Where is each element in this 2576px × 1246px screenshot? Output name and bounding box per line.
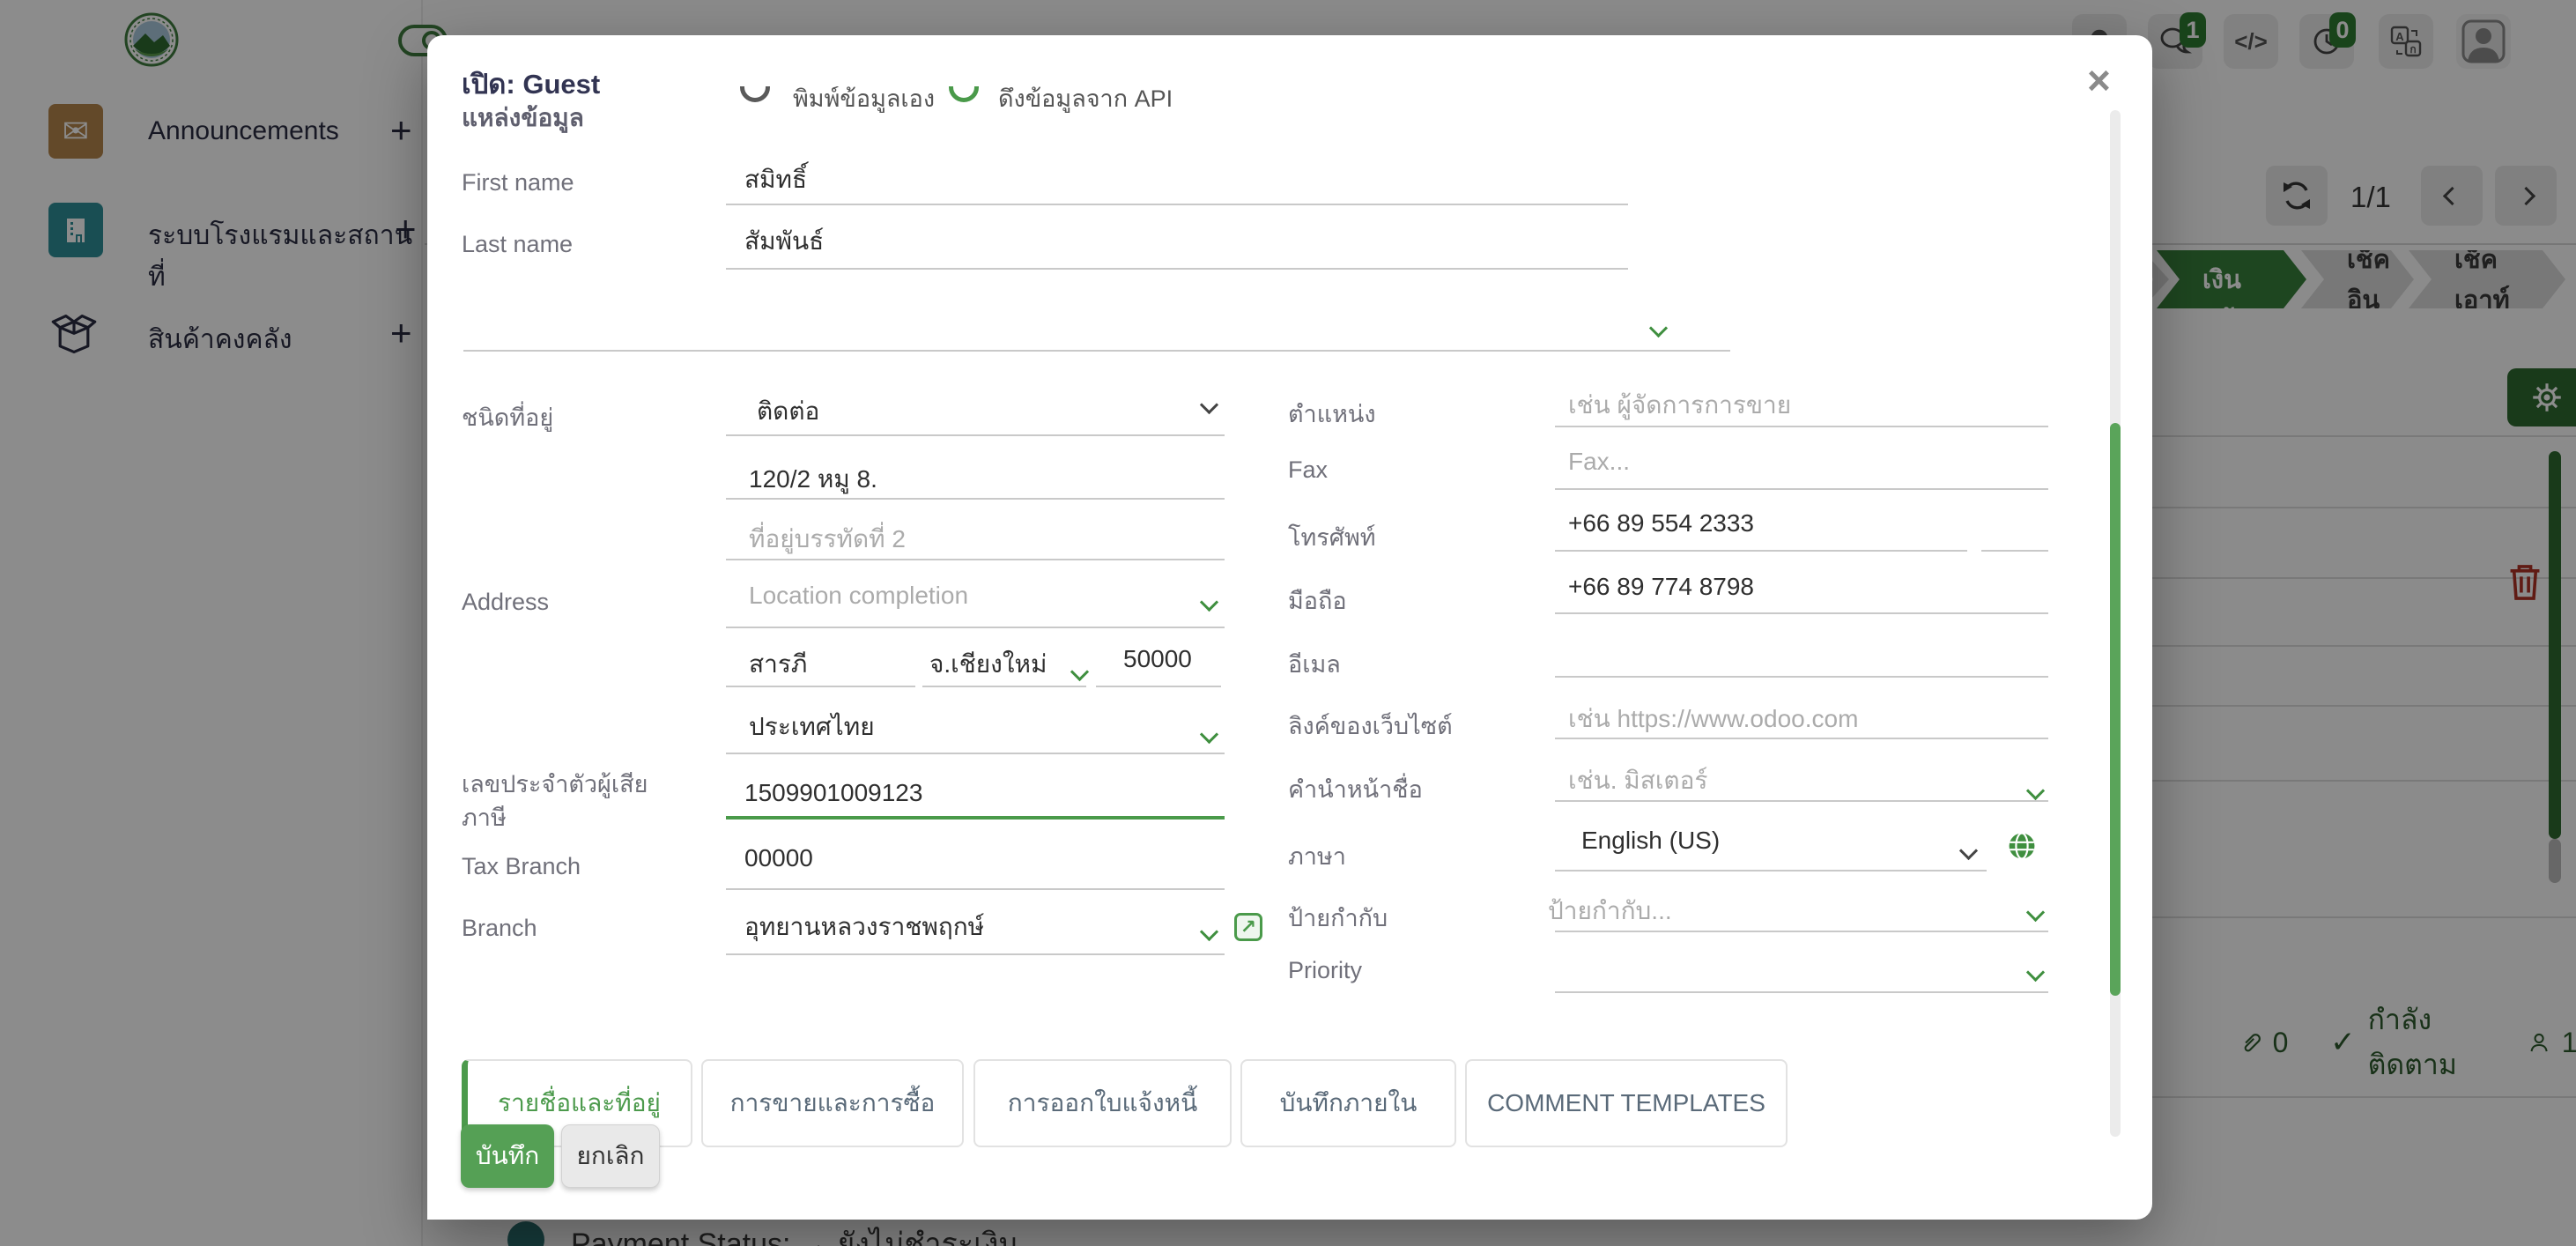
address-type-label: ชนิดที่อยู่ — [462, 398, 553, 436]
radio-api-icon[interactable] — [949, 86, 979, 102]
phone-input[interactable]: +66 89 554 2333 — [1568, 509, 1754, 538]
tags-label: ป้ายกำกับ — [1288, 899, 1388, 937]
street2-underline — [726, 559, 1225, 560]
street2-input[interactable]: ที่อยู่บรรทัดที่ 2 — [749, 520, 906, 559]
website-input[interactable]: เช่น https://www.odoo.com — [1568, 700, 1858, 738]
lang-chevron-down-icon[interactable] — [1959, 842, 1978, 860]
tab-comment-templates[interactable]: COMMENT TEMPLATES — [1465, 1059, 1788, 1147]
company-select[interactable] — [463, 317, 1644, 349]
last-name-input[interactable]: สัมพันธ์ — [744, 222, 824, 261]
source-label: แหล่งข้อมูล — [462, 99, 584, 137]
country-underline — [726, 753, 1225, 754]
company-underline — [463, 350, 1730, 352]
vat-label-line2: ภาษี — [462, 798, 507, 836]
zip-input[interactable]: 50000 — [1123, 645, 1192, 673]
tags-input[interactable]: ป้ายกำกับ... — [1548, 892, 1672, 931]
cancel-button[interactable]: ยกเลิก — [561, 1124, 660, 1188]
tab-sales-purchase[interactable]: การขายและการซื้อ — [701, 1059, 964, 1147]
app-screen: ✉ Announcements + ระบบโรงแรมและสถานที่ + — [0, 0, 2576, 1246]
company-chevron-down-icon[interactable] — [1649, 319, 1668, 337]
city-input[interactable]: สารภี — [749, 645, 807, 684]
radio-api-label[interactable]: ดึงข้อมูลจาก API — [998, 86, 1173, 117]
guest-edit-modal: × เปิด: Guest แหล่งข้อมูล พิมพ์ข้อมูลเอง… — [427, 35, 2152, 1220]
website-label: ลิงค์ของเว็บไซต์ — [1288, 707, 1453, 745]
lang-underline — [1555, 870, 1987, 871]
tags-underline — [1555, 931, 2048, 932]
job-input[interactable]: เช่น ผู้จัดการการขาย — [1568, 386, 1791, 425]
last-name-underline — [726, 268, 1628, 270]
address-label: Address — [462, 589, 549, 616]
tab-invoicing[interactable]: การออกใบแจ้งหนี้ — [973, 1059, 1232, 1147]
mobile-input[interactable]: +66 89 774 8798 — [1568, 573, 1754, 601]
name-title-chevron-down-icon[interactable] — [2026, 782, 2045, 800]
name-title-select[interactable]: เช่น. มิสเตอร์ — [1568, 761, 1707, 800]
vat-label: เลขประจำตัวผู้เสีย — [462, 765, 648, 803]
radio-manual-icon[interactable] — [740, 86, 770, 102]
branch-label: Branch — [462, 915, 537, 942]
job-label: ตำแหน่ง — [1288, 395, 1376, 433]
lang-select[interactable]: English (US) — [1581, 827, 1720, 855]
tax-branch-underline — [726, 888, 1225, 890]
branch-underline — [726, 953, 1225, 955]
address-type-underline — [726, 434, 1225, 436]
street-underline — [726, 498, 1225, 500]
address-type-select[interactable]: ติดต่อ — [757, 392, 819, 431]
tab-internal-notes[interactable]: บันทึกภายใน — [1240, 1059, 1456, 1147]
email-label: อีเมล — [1288, 645, 1341, 683]
close-icon[interactable]: × — [2087, 60, 2111, 100]
fax-label: Fax — [1288, 456, 1328, 484]
email-underline — [1555, 676, 2048, 678]
vat-input[interactable]: 1509901009123 — [744, 779, 922, 807]
phone-underline — [1555, 550, 1967, 552]
save-button[interactable]: บันทึก — [461, 1124, 554, 1188]
city-underline — [726, 686, 915, 687]
branch-chevron-down-icon[interactable] — [1200, 923, 1218, 941]
street-input[interactable]: 120/2 หมู 8. — [749, 460, 877, 499]
last-name-label: Last name — [462, 231, 573, 258]
priority-underline — [1555, 991, 2048, 993]
modal-footer — [427, 1147, 2101, 1220]
modal-scrollbar-thumb[interactable] — [2110, 423, 2121, 996]
fax-input[interactable]: Fax... — [1568, 448, 1630, 476]
fax-underline — [1555, 488, 2048, 490]
state-select[interactable]: จ.เชียงใหม่ — [929, 645, 1047, 684]
tags-chevron-down-icon[interactable] — [2026, 903, 2045, 922]
priority-label: Priority — [1288, 957, 1362, 984]
globe-icon[interactable] — [2006, 830, 2038, 862]
mobile-underline — [1555, 612, 2048, 614]
state-chevron-down-icon[interactable] — [1070, 663, 1089, 681]
vat-underline-focused — [726, 816, 1225, 820]
branch-external-link-icon[interactable]: ↗ — [1234, 913, 1262, 941]
country-select[interactable]: ประเทศไทย — [749, 708, 875, 746]
radio-manual-label[interactable]: พิมพ์ข้อมูลเอง — [793, 86, 935, 117]
state-underline — [922, 686, 1086, 687]
first-name-label: First name — [462, 169, 574, 197]
first-name-input[interactable]: สมิทธิ์ — [744, 160, 807, 199]
name-title-underline — [1555, 800, 2048, 802]
first-name-underline — [726, 204, 1628, 205]
tax-branch-label: Tax Branch — [462, 853, 581, 880]
country-chevron-down-icon[interactable] — [1200, 725, 1218, 744]
priority-chevron-down-icon[interactable] — [2026, 963, 2045, 982]
website-underline — [1555, 738, 2048, 739]
location-chevron-down-icon[interactable] — [1200, 593, 1218, 612]
phone-label: โทรศัพท์ — [1288, 518, 1376, 556]
zip-underline — [1096, 686, 1221, 687]
address-type-chevron-down-icon[interactable] — [1200, 396, 1218, 414]
location-completion-select[interactable]: Location completion — [749, 582, 968, 610]
phone-ext-underline — [1981, 550, 2048, 552]
branch-select[interactable]: อุทยานหลวงราชพฤกษ์ — [744, 908, 984, 946]
lang-label: ภาษา — [1288, 837, 1346, 875]
location-underline — [726, 627, 1225, 628]
source-radio-row: พิมพ์ข้อมูลเอง ดึงข้อมูลจาก API — [718, 86, 1687, 125]
tax-branch-input[interactable]: 00000 — [744, 844, 813, 872]
mobile-label: มือถือ — [1288, 582, 1347, 619]
job-underline — [1555, 426, 2048, 427]
name-title-label: คำนำหน้าชื่อ — [1288, 770, 1423, 808]
